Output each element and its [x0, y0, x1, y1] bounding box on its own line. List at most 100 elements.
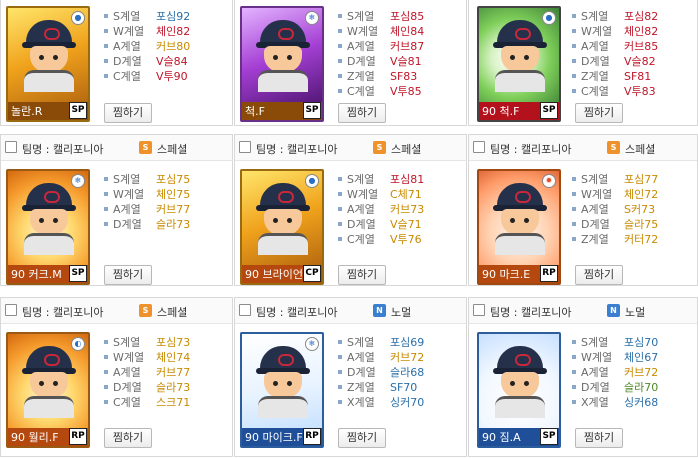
team-label: 팀명 : 캘리포니아: [256, 306, 338, 319]
stat-row: A계열 커브80: [104, 39, 190, 54]
player-figure: [493, 346, 547, 418]
player-figure: [22, 183, 76, 255]
player-card: 팀명 : 캘리포니아 S 스페셜 ◐ 90 월리.F RP S계열 포심73 W계…: [0, 297, 233, 457]
select-checkbox[interactable]: [239, 141, 251, 153]
snowflake-icon: ❄: [305, 11, 319, 25]
stat-row: W계열 체인82: [572, 24, 658, 39]
stat-row: D계열 슬라73: [104, 217, 190, 232]
wishlist-button[interactable]: 찜하기: [338, 265, 386, 285]
position-badge: SP: [303, 102, 321, 119]
select-checkbox[interactable]: [473, 304, 485, 316]
select-checkbox[interactable]: [5, 141, 17, 153]
team-label: 팀명 : 캘리포니아: [22, 306, 104, 319]
stat-row: W계열 체인67: [572, 350, 658, 365]
player-card: 팀명 : 캘리포니아 N 노멀 90 짐.A SP S계열 포심70 W계열 체인6…: [468, 297, 698, 457]
player-card: 팀명 : 캘리포니아 S 스페셜 ❄ 90 커크.M SP S계열 포심75 W계…: [0, 134, 233, 286]
player-name: 놀란.R: [11, 105, 43, 118]
card-type-label: 스페셜: [391, 143, 422, 156]
stat-row: C계열 V투76: [338, 232, 424, 247]
pitch-stats-list: S계열 포심70 W계열 체인67 A계열 커브72 D계열 슬라70 X계열 싱커68: [572, 335, 658, 410]
stat-row: C계열 스크71: [104, 395, 190, 410]
position-badge: SP: [540, 428, 558, 445]
snowflake-icon: ❄: [305, 337, 319, 351]
select-checkbox[interactable]: [5, 304, 17, 316]
player-figure: [493, 183, 547, 255]
card-header: 팀명 : 캘리포니아 S 스페셜: [235, 135, 466, 161]
position-badge: RP: [69, 428, 87, 445]
pitch-stats-list: S계열 포심75 W계열 체인75 A계열 커브77 D계열 슬라73: [104, 172, 190, 232]
stat-row: D계열 슬라70: [572, 380, 658, 395]
player-figure: [22, 20, 76, 92]
player-card: 팀명 : 캘리포니아 S 스페셜 ● 90 브라이언.H CP S계열 포심81 …: [234, 134, 467, 286]
special-type-icon: S: [373, 141, 386, 154]
player-portrait[interactable]: ✹ 90 마크.E RP: [477, 169, 561, 285]
wishlist-button[interactable]: 찜하기: [338, 103, 386, 123]
wishlist-button[interactable]: 찜하기: [104, 103, 152, 123]
team-label: 팀명 : 캘리포니아: [22, 143, 104, 156]
position-badge: RP: [303, 428, 321, 445]
stat-row: A계열 커브77: [104, 202, 190, 217]
stat-row: S계열 포심75: [104, 172, 190, 187]
player-card: 팀명 : 캘리포니아 S 스페셜 ✹ 90 마크.E RP S계열 포심77 W계…: [468, 134, 698, 286]
stat-row: D계열 V슬84: [104, 54, 190, 69]
position-badge: SP: [69, 265, 87, 282]
baseball-ball-icon: ●: [542, 11, 556, 25]
stat-row: S계열 포심69: [338, 335, 424, 350]
stat-row: D계열 슬라73: [104, 380, 190, 395]
select-checkbox[interactable]: [473, 141, 485, 153]
pitch-stats-list: S계열 포심77 W계열 체인72 A계열 S커73 D계열 슬라75 Z계열 커터72: [572, 172, 658, 247]
baseball-ball-icon: ●: [305, 174, 319, 188]
player-portrait[interactable]: ❄ 90 마이크.F RP: [240, 332, 324, 448]
wishlist-button[interactable]: 찜하기: [575, 265, 623, 285]
stat-row: D계열 슬라68: [338, 365, 424, 380]
stat-row: A계열 S커73: [572, 202, 658, 217]
wishlist-button[interactable]: 찜하기: [575, 428, 623, 448]
player-portrait[interactable]: ● 놀란.R SP: [6, 6, 90, 122]
stat-row: Z계열 SF70: [338, 380, 424, 395]
player-portrait[interactable]: ❄ 척.F SP: [240, 6, 324, 122]
player-portrait[interactable]: ❄ 90 커크.M SP: [6, 169, 90, 285]
sun-icon: ✹: [542, 174, 556, 188]
stat-row: A계열 커브72: [338, 350, 424, 365]
card-header: 팀명 : 캘리포니아 N 노멀: [235, 298, 466, 324]
stat-row: A계열 커브87: [338, 39, 424, 54]
wishlist-button[interactable]: 찜하기: [104, 428, 152, 448]
team-label: 팀명 : 캘리포니아: [256, 143, 338, 156]
pitch-stats-list: S계열 포심69 A계열 커브72 D계열 슬라68 Z계열 SF70 X계열 싱커70: [338, 335, 424, 410]
player-portrait[interactable]: ● 90 척.F SP: [477, 6, 561, 122]
stat-row: Z계열 SF81: [572, 69, 658, 84]
player-card: ❄ 척.F SP S계열 포심85 W계열 체인84 A계열 커브87 D계열 V슬81…: [234, 0, 467, 126]
player-portrait[interactable]: ● 90 브라이언.H CP: [240, 169, 324, 285]
stat-row: A계열 커브72: [572, 365, 658, 380]
player-portrait[interactable]: ◐ 90 월리.F RP: [6, 332, 90, 448]
player-name: 90 마크.E: [482, 268, 531, 281]
stat-row: S계열 포심85: [338, 9, 424, 24]
pitch-stats-list: S계열 포심81 W계열 C체71 A계열 커브73 D계열 V슬71 C계열 V투76: [338, 172, 424, 247]
player-figure: [256, 183, 310, 255]
player-card: ● 90 척.F SP S계열 포심82 W계열 체인82 A계열 커브85 D계열 V…: [468, 0, 698, 126]
wishlist-button[interactable]: 찜하기: [575, 103, 623, 123]
player-name: 척.F: [245, 105, 265, 118]
wishlist-button[interactable]: 찜하기: [338, 428, 386, 448]
player-name: 90 척.F: [482, 105, 520, 118]
select-checkbox[interactable]: [239, 304, 251, 316]
wishlist-button[interactable]: 찜하기: [104, 265, 152, 285]
card-type-label: 노멀: [625, 306, 646, 319]
baseball-ball-icon: ●: [71, 11, 85, 25]
player-figure: [22, 346, 76, 418]
normal-type-icon: N: [607, 304, 620, 317]
stat-row: C계열 V투83: [572, 84, 658, 99]
half-moon-icon: ◐: [71, 337, 85, 351]
card-type-label: 스페셜: [625, 143, 656, 156]
player-card: ● 놀란.R SP S계열 포심92 W계열 체인82 A계열 커브80 D계열 V슬8…: [0, 0, 233, 126]
special-type-icon: S: [139, 141, 152, 154]
pitch-stats-list: S계열 포심85 W계열 체인84 A계열 커브87 D계열 V슬81 Z계열 SF83 …: [338, 9, 424, 99]
player-name: 90 짐.A: [482, 431, 521, 444]
stat-row: S계열 포심92: [104, 9, 190, 24]
player-portrait[interactable]: 90 짐.A SP: [477, 332, 561, 448]
card-header: 팀명 : 캘리포니아 S 스페셜: [1, 298, 232, 324]
stat-row: Z계열 커터72: [572, 232, 658, 247]
position-badge: SP: [540, 102, 558, 119]
stat-row: S계열 포심77: [572, 172, 658, 187]
stat-row: S계열 포심70: [572, 335, 658, 350]
